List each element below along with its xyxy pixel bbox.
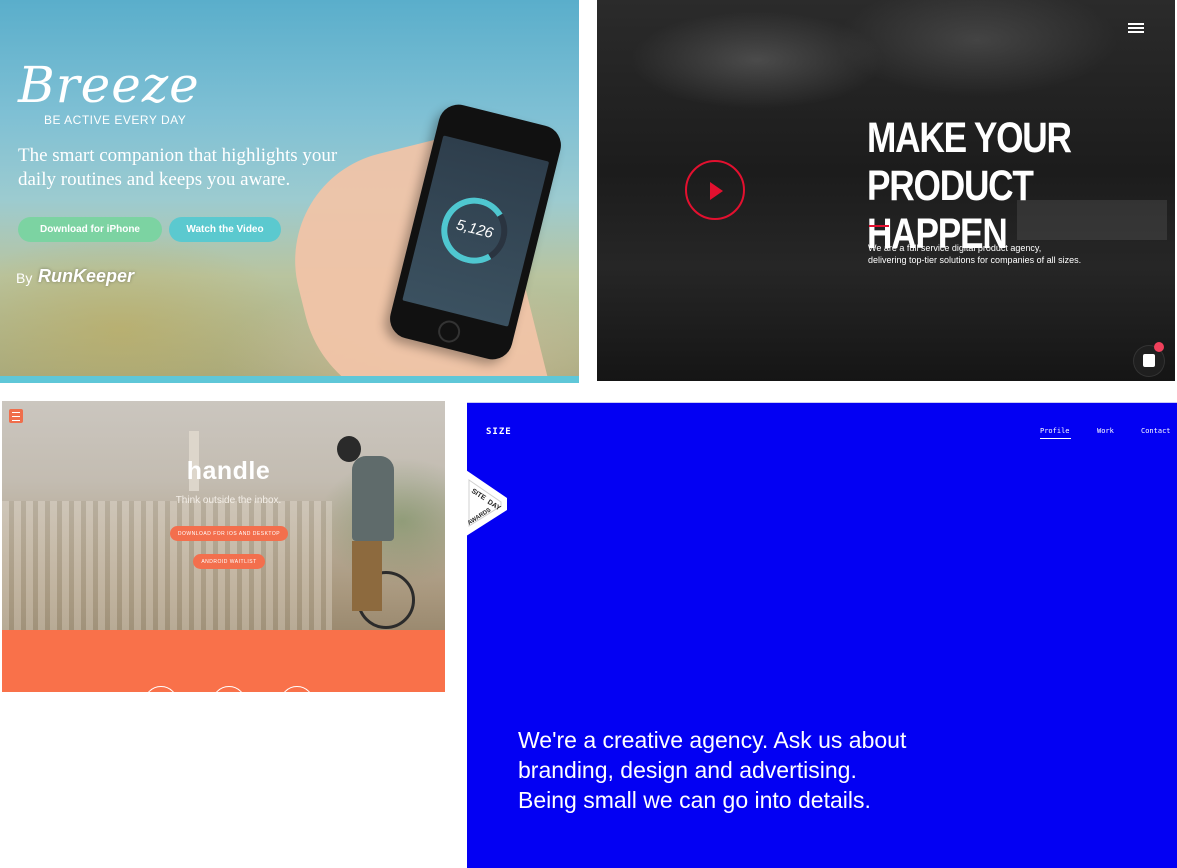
city-background bbox=[2, 501, 332, 630]
nav-profile[interactable]: Profile bbox=[1040, 427, 1070, 435]
size-headline-line: branding, design and advertising. bbox=[518, 757, 857, 783]
watch-video-button[interactable]: Watch the Video bbox=[169, 217, 281, 242]
agency-description-line: We are a full service digital product ag… bbox=[868, 243, 1042, 253]
download-iphone-button[interactable]: Download for iPhone bbox=[18, 217, 162, 242]
size-screenshot: SIZE Profile Work Contact SITE DAY AWARD… bbox=[467, 402, 1177, 868]
bottom-strip bbox=[0, 376, 579, 383]
by-label: By bbox=[16, 270, 33, 286]
hero-photo bbox=[2, 401, 445, 630]
hamburger-menu-icon[interactable] bbox=[1128, 23, 1144, 34]
handle-subtitle: Think outside the inbox. bbox=[175, 495, 282, 506]
agency-description-line: delivering top-tier solutions for compan… bbox=[868, 255, 1082, 265]
android-waitlist-button[interactable]: ANDROID WAITLIST bbox=[193, 554, 265, 569]
nav-work[interactable]: Work bbox=[1097, 427, 1114, 435]
runkeeper-logo[interactable]: RunKeeper bbox=[38, 266, 134, 287]
chat-button[interactable] bbox=[1134, 342, 1164, 376]
agency-description: We are a full service digital product ag… bbox=[868, 242, 1128, 266]
agency-title-line: MAKE YOUR bbox=[867, 114, 1072, 162]
accent-divider bbox=[869, 225, 889, 227]
breeze-logo[interactable]: Breeze bbox=[18, 56, 200, 114]
awwwards-badge[interactable]: SITE DAY AWARDS bbox=[467, 468, 511, 538]
play-video-button[interactable] bbox=[685, 160, 745, 220]
chat-icon bbox=[1143, 354, 1155, 367]
handle-logo: handle bbox=[186, 457, 271, 485]
phone-image: 5,126 bbox=[385, 100, 566, 364]
breeze-screenshot: 5,126 Breeze BE ACTIVE EVERY DAY The sma… bbox=[0, 0, 579, 383]
handle-screenshot: handle Think outside the inbox. DOWNLOAD… bbox=[2, 401, 445, 692]
menu-icon[interactable] bbox=[9, 409, 23, 423]
notification-dot bbox=[1154, 342, 1164, 352]
breeze-headline: The smart companion that highlights your… bbox=[18, 145, 338, 190]
size-logo[interactable]: SIZE bbox=[486, 427, 512, 437]
download-ios-desktop-button[interactable]: DOWNLOAD FOR IOS AND DESKTOP bbox=[170, 526, 288, 541]
breeze-tagline: BE ACTIVE EVERY DAY bbox=[44, 113, 187, 127]
play-icon bbox=[710, 182, 723, 200]
agency-screenshot: MAKE YOUR PRODUCT HAPPEN We are a full s… bbox=[597, 0, 1175, 381]
rider-legs bbox=[352, 541, 382, 611]
top-border bbox=[467, 402, 1177, 403]
orange-section bbox=[2, 630, 445, 692]
nav-contact[interactable]: Contact bbox=[1141, 427, 1171, 435]
size-headline-line: Being small we can go into details. bbox=[518, 787, 871, 813]
size-headline: We're a creative agency. Ask us about br… bbox=[518, 725, 1118, 815]
size-headline-line: We're a creative agency. Ask us about bbox=[518, 727, 907, 753]
active-nav-underline bbox=[1040, 438, 1071, 439]
agency-title: MAKE YOUR PRODUCT HAPPEN bbox=[867, 114, 1113, 258]
phone-home-button bbox=[435, 318, 463, 345]
